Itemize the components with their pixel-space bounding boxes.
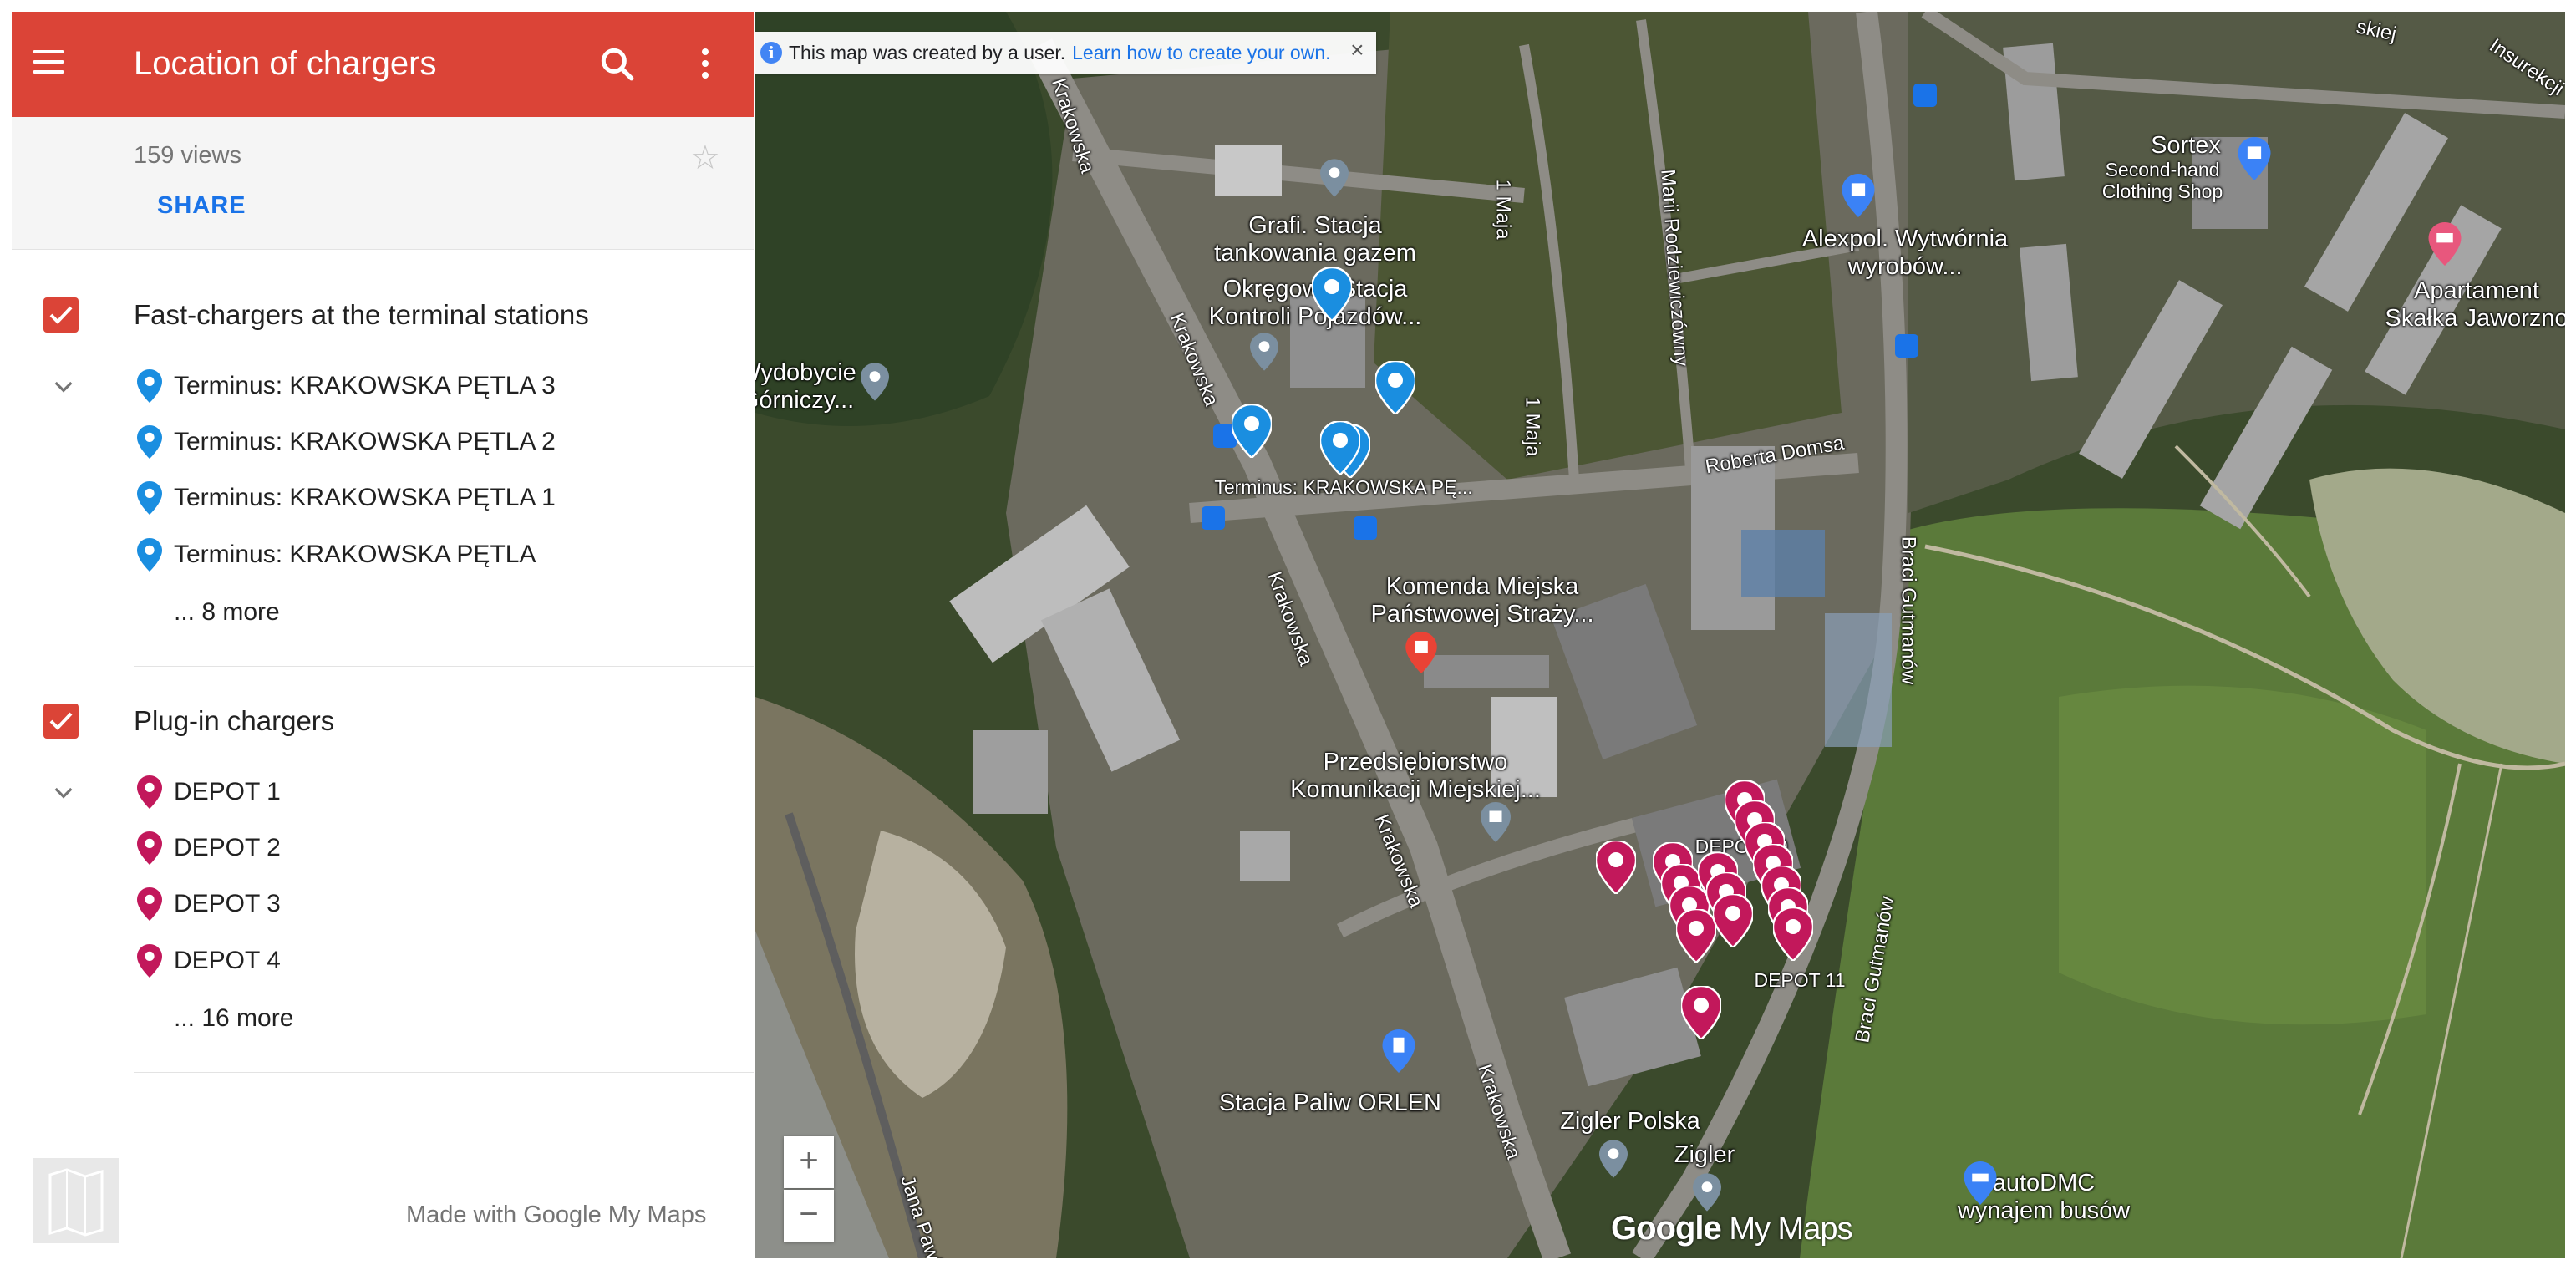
map-view[interactable]: i This map was created by a user. Learn … [755,12,2565,1258]
place-label: Alexpol. Wytwórnia wyrobów... [1801,226,2009,280]
depot-charger-pin-icon[interactable] [1596,841,1636,894]
map-pin-icon [137,887,162,921]
map-pin-icon [137,481,162,515]
place-label: Zigler [1674,1141,1735,1168]
layer-checkbox[interactable] [43,704,79,739]
list-item[interactable]: Terminus: KRAKOWSKA PĘTLA [137,538,536,572]
place-label: Grafi. Stacja tankowania gazem [1214,212,1416,267]
place-label: Wydobycie Górniczy... [755,359,856,414]
poi-pin-icon[interactable] [1842,174,1875,217]
view-count: 159 views [134,142,241,169]
bus-stop-icon[interactable] [1202,506,1225,530]
layer-plug-in-chargers: Plug-in chargers DEPOT 1 DEPOT 2 DEPOT 3… [12,655,754,1073]
terminal-charger-pin-icon[interactable] [1232,404,1272,458]
poi-pin-icon[interactable] [861,363,889,401]
terminal-charger-pin-icon[interactable] [1375,361,1415,414]
my-maps-logo-icon [33,1158,119,1243]
list-item[interactable]: DEPOT 2 [137,831,281,865]
bus-stop-icon[interactable] [1354,516,1377,540]
list-item-label: DEPOT 3 [174,890,281,917]
list-item-label: Terminus: KRAKOWSKA PĘTLA 3 [174,372,556,399]
place-label: Apartament Skałka Jaworzno [2385,277,2565,332]
list-item[interactable]: Terminus: KRAKOWSKA PĘTLA 2 [137,425,556,459]
poi-pin-icon[interactable] [2238,137,2271,180]
chevron-down-icon[interactable] [50,779,77,805]
bus-stop-icon[interactable] [1895,334,1918,358]
layer-title: Plug-in chargers [134,705,335,736]
list-item[interactable]: DEPOT 4 [137,944,281,978]
chevron-down-icon[interactable] [50,373,77,399]
layer-fast-chargers: Fast-chargers at the terminal stations T… [12,249,754,667]
list-item[interactable]: Terminus: KRAKOWSKA PĘTLA 3 [137,369,556,403]
made-with-label: Made with Google My Maps [406,1201,707,1228]
share-button[interactable]: SHARE [157,192,246,220]
depot-charger-pin-icon[interactable] [1681,986,1721,1039]
list-item-label: DEPOT 1 [174,778,281,805]
poi-pin-icon[interactable] [1250,333,1278,371]
list-item-label: DEPOT 4 [174,947,281,974]
fire-station-icon[interactable] [1405,632,1437,673]
star-icon[interactable]: ☆ [690,139,720,177]
user-map-banner: i This map was created by a user. Learn … [755,32,1376,74]
depot-charger-pin-icon[interactable] [1713,894,1753,947]
map-pin-icon [137,369,162,403]
bus-stop-icon[interactable] [1913,84,1937,107]
map-title: Location of chargers [134,45,437,82]
more-options-icon[interactable] [692,43,717,85]
zoom-in-button[interactable]: + [784,1136,834,1188]
sidebar-panel: Location of chargers 159 views SHARE ☆ F… [12,12,754,1258]
car-rental-icon[interactable] [1964,1161,1997,1205]
place-label: Second-hand Clothing Shop [2101,159,2223,202]
poi-pin-icon[interactable] [1481,802,1511,842]
place-label: Zigler Polska [1560,1108,1700,1135]
road-label: 1 Maja [1521,396,1544,457]
banner-text: This map was created by a user. [789,41,1066,64]
place-label: DEPOT 11 [1754,969,1846,991]
info-icon: i [760,42,782,64]
map-pin-icon [137,538,162,572]
layer-title: Fast-chargers at the terminal stations [134,299,589,330]
list-item-label: Terminus: KRAKOWSKA PĘTLA 1 [174,484,556,511]
menu-icon[interactable] [30,45,67,82]
poi-pin-icon[interactable] [1320,159,1349,197]
terminal-charger-pin-icon[interactable] [1312,267,1352,321]
road-label: Braci Gutmanów [1897,536,1920,685]
google-logo-text: Google [1611,1210,1722,1247]
place-label: Sortex [2151,132,2221,159]
close-icon[interactable]: × [1350,37,1364,64]
show-more-link[interactable]: ... 16 more [174,1004,293,1033]
sidebar-footer: Made with Google My Maps [12,1158,754,1258]
place-label: Przedsiębiorstwo Komunikacji Miejskiej..… [1290,749,1541,803]
map-pin-icon [137,831,162,865]
sidebar-header: Location of chargers [12,12,754,117]
gas-station-icon[interactable] [1382,1029,1415,1073]
list-item-label: Terminus: KRAKOWSKA PĘTLA 2 [174,428,556,455]
map-pin-icon [137,425,162,459]
poi-pin-icon[interactable] [2428,222,2462,266]
google-my-maps-logo: Google My Maps [1611,1210,1852,1247]
map-meta: 159 views SHARE ☆ [12,117,754,250]
list-item-label: DEPOT 2 [174,834,281,861]
place-label: Komenda Miejska Państwowej Straży... [1370,573,1594,627]
list-item[interactable]: DEPOT 1 [137,775,281,809]
terminal-charger-pin-icon[interactable] [1320,421,1360,475]
show-more-link[interactable]: ... 8 more [174,598,280,627]
list-item-label: Terminus: KRAKOWSKA PĘTLA [174,541,536,568]
depot-charger-pin-icon[interactable] [1773,907,1813,961]
divider [134,1072,754,1073]
road-label: 1 Maja [1491,179,1515,240]
poi-pin-icon[interactable] [1693,1173,1721,1212]
place-label: Terminus: KRAKOWSKA PĘ... [1214,476,1473,498]
poi-pin-icon[interactable] [1599,1140,1628,1178]
map-pin-icon [137,944,162,978]
zoom-out-button[interactable]: − [784,1190,834,1242]
learn-more-link[interactable]: Learn how to create your own. [1072,42,1330,64]
list-item[interactable]: Terminus: KRAKOWSKA PĘTLA 1 [137,481,556,515]
my-maps-logo-text: My Maps [1720,1212,1852,1247]
layer-checkbox[interactable] [43,297,79,333]
place-label: Stacja Paliw ORLEN [1219,1090,1441,1116]
list-item[interactable]: DEPOT 3 [137,887,281,921]
search-icon[interactable] [597,43,638,85]
map-pin-icon [137,775,162,809]
